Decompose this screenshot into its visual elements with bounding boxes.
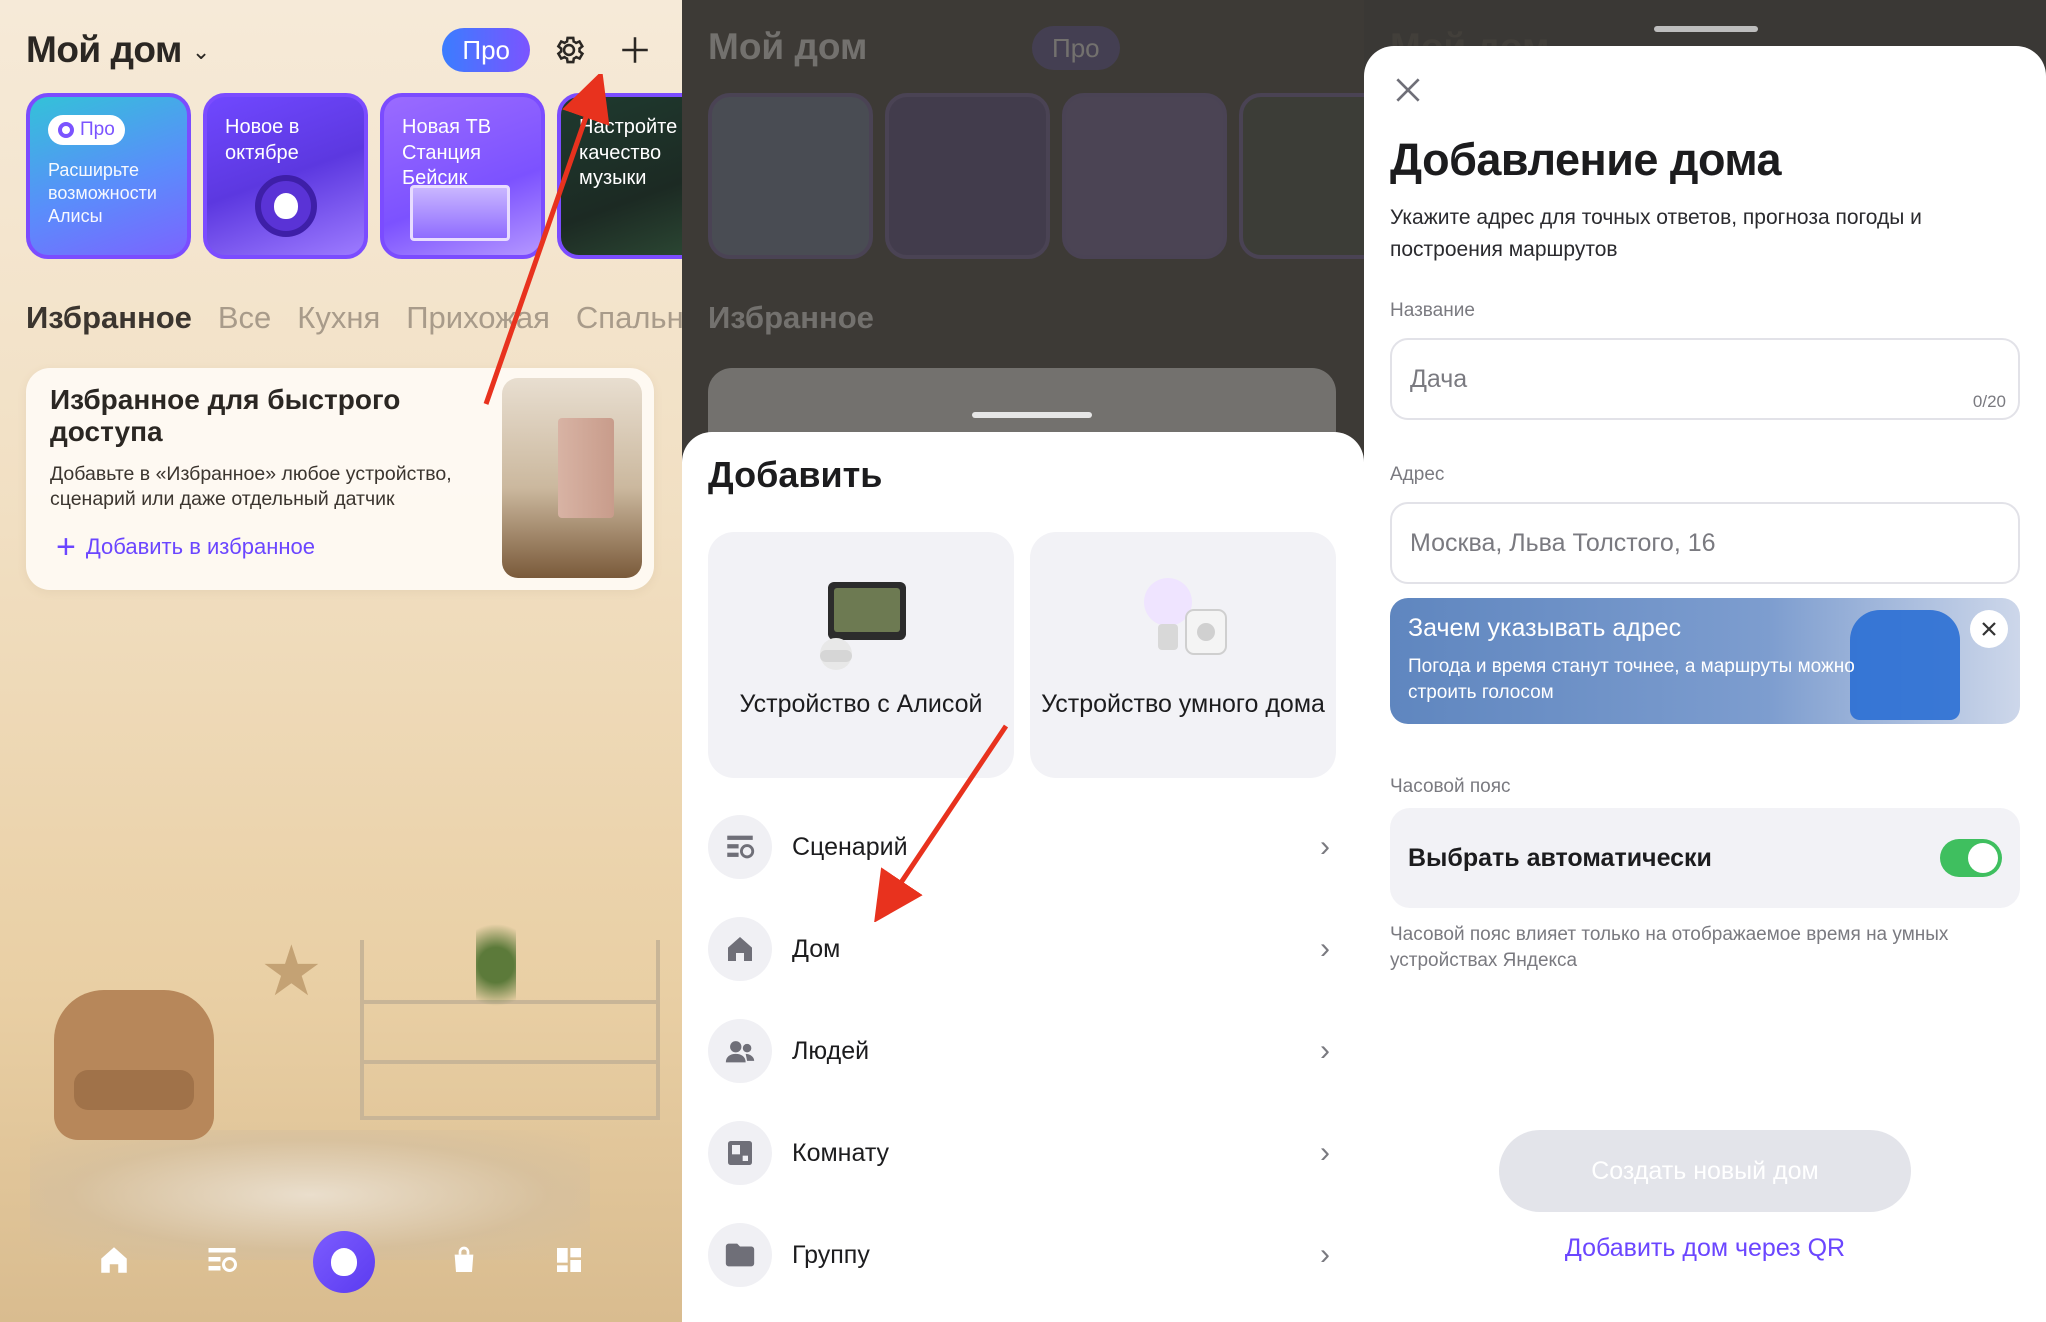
shop-icon[interactable] (448, 1244, 480, 1281)
scenario-icon (708, 815, 772, 879)
add-bottom-sheet: Добавить Устройство с Алисой Устройство … (682, 432, 1364, 1322)
folder-icon (708, 1223, 772, 1287)
story-music-quality[interactable]: Настройте качество музыки (557, 93, 682, 259)
add-home-modal: Добавление дома Укажите адрес для точных… (1364, 46, 2046, 1322)
address-field[interactable]: Москва, Льва Толстого, 16 (1390, 502, 2020, 584)
tile-label: Устройство умного дома (1041, 690, 1325, 718)
name-field[interactable]: Дача 0/20 (1390, 338, 2020, 420)
tab-favorites[interactable]: Избранное (26, 300, 192, 336)
chevron-down-icon[interactable]: ⌄ (192, 39, 210, 65)
menu-item-home[interactable]: Дом › (708, 912, 1338, 986)
timezone-label: Часовой пояс (1390, 776, 1511, 797)
chevron-right-icon: › (1320, 1136, 1330, 1169)
alice-icon (255, 175, 317, 237)
gear-icon[interactable] (542, 23, 596, 77)
menu-item-scenario[interactable]: Сценарий › (708, 810, 1338, 884)
address-placeholder: Москва, Льва Толстого, 16 (1410, 528, 1716, 557)
tv-icon (410, 185, 510, 241)
menu-item-label: Группу (792, 1240, 870, 1269)
home-icon[interactable] (97, 1243, 131, 1282)
story-text: Расширьте возможности Алисы (48, 160, 157, 227)
modal-grabber[interactable] (1654, 26, 1758, 32)
add-to-favorites-link[interactable]: + Добавить в избранное (56, 530, 315, 564)
name-counter: 0/20 (1972, 392, 2006, 411)
home-screen: Мой дом ⌄ Про Про Расширьте возможности … (0, 0, 682, 1322)
pro-chip: Про (48, 115, 125, 146)
chevron-right-icon: › (1320, 1238, 1330, 1271)
add-screen: Мой дом Про Избранное Добавить Устройств… (682, 0, 1364, 1322)
page-title: Добавление дома (1390, 134, 1782, 185)
favorites-card-description: Добавьте в «Избранное» любое устройство,… (50, 463, 452, 511)
page-subtitle: Укажите адрес для точных ответов, прогно… (1390, 206, 1922, 261)
tile-smart-home-device[interactable]: Устройство умного дома (1030, 532, 1336, 778)
chevron-right-icon: › (1320, 830, 1330, 863)
banner-title: Зачем указывать адрес (1408, 614, 1682, 642)
services-icon[interactable] (553, 1244, 585, 1281)
people-icon (708, 1019, 772, 1083)
plus-icon: + (56, 528, 76, 566)
story-text: Настройте качество музыки (579, 116, 678, 190)
home-title[interactable]: Мой дом (26, 29, 182, 71)
sheet-title: Добавить (708, 454, 883, 495)
menu-item-label: Людей (792, 1036, 870, 1065)
story-pro[interactable]: Про Расширьте возможности Алисы (26, 93, 191, 259)
humidifier-photo (502, 378, 642, 578)
armchair-illustration (54, 990, 214, 1140)
plus-icon[interactable] (608, 23, 662, 77)
tile-alice-device[interactable]: Устройство с Алисой (708, 532, 1014, 778)
add-home-screen: Мой дом Добавление дома Укажите адрес дл… (1364, 0, 2046, 1322)
tab-bedroom[interactable]: Спальня (576, 300, 682, 336)
alice-button[interactable] (312, 1231, 375, 1293)
pro-button[interactable]: Про (442, 28, 530, 72)
name-label: Название (1390, 300, 1475, 321)
menu-item-room[interactable]: Комнату › (708, 1116, 1338, 1190)
stories-row: Про Расширьте возможности Алисы Новое в … (26, 93, 682, 259)
sheet-grabber[interactable] (972, 412, 1092, 418)
chevron-right-icon: › (1320, 932, 1330, 965)
favorites-card-title: Избранное для быстрого доступа (50, 384, 401, 448)
add-to-favorites-label: Добавить в избранное (85, 534, 315, 559)
house-icon (708, 917, 772, 981)
bottom-nav (0, 1202, 682, 1322)
menu-item-label: Сценарий (792, 832, 908, 861)
room-icon (708, 1121, 772, 1185)
chevron-right-icon: › (1320, 1034, 1330, 1067)
star-decoration-icon: ★ (260, 932, 323, 1010)
tab-all[interactable]: Все (218, 300, 271, 336)
alice-device-icon (820, 582, 906, 670)
name-placeholder: Дача (1410, 364, 1468, 393)
address-info-banner: Зачем указывать адрес Погода и время ста… (1390, 598, 2020, 724)
tab-hallway[interactable]: Прихожая (406, 300, 550, 336)
banner-close-icon[interactable] (1970, 610, 2008, 648)
menu-item-people[interactable]: Людей › (708, 1014, 1338, 1088)
add-home-qr-link[interactable]: Добавить дом через QR (1364, 1234, 2046, 1263)
timezone-auto-label: Выбрать автоматически (1408, 843, 1712, 872)
create-home-button[interactable]: Создать новый дом (1499, 1130, 1911, 1212)
tile-label: Устройство с Алисой (739, 690, 983, 718)
timezone-auto-row[interactable]: Выбрать автоматически (1390, 808, 2020, 908)
favorites-card: Избранное для быстрого доступа Добавьте … (26, 368, 654, 590)
story-text: Новое в октябре (225, 116, 300, 164)
menu-item-group[interactable]: Группу › (708, 1218, 1338, 1292)
address-label: Адрес (1390, 464, 1445, 485)
menu-item-label: Комнату (792, 1138, 890, 1167)
room-tabs: Избранное Все Кухня Прихожая Спальня (26, 300, 682, 336)
close-icon[interactable] (1392, 74, 1424, 106)
story-new-october[interactable]: Новое в октябре (203, 93, 368, 259)
timezone-auto-toggle[interactable] (1940, 839, 2002, 877)
story-tv-station[interactable]: Новая ТВ Станция Бейсик (380, 93, 545, 259)
home-header: Мой дом ⌄ Про (26, 26, 662, 74)
menu-item-label: Дом (792, 934, 841, 963)
story-text: Новая ТВ Станция Бейсик (402, 116, 492, 190)
timezone-note: Часовой пояс влияет только на отображаем… (1390, 924, 1949, 971)
banner-text: Погода и время станут точнее, а маршруты… (1408, 656, 1855, 703)
dimmed-background: Мой дом Про Избранное (682, 0, 1364, 468)
tab-kitchen[interactable]: Кухня (297, 300, 380, 336)
smart-home-device-icon (1144, 578, 1227, 655)
scenarios-icon[interactable] (204, 1242, 240, 1283)
